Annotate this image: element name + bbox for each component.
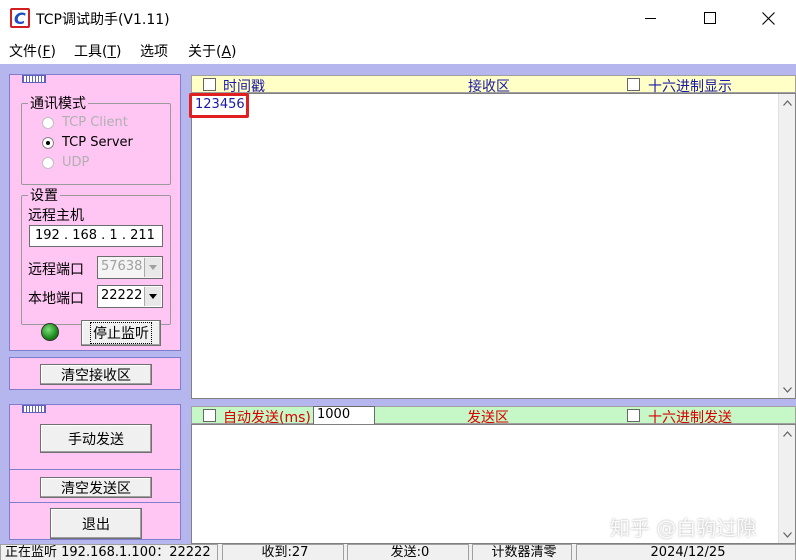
clear-receive-panel: 清空接收区	[9, 357, 181, 390]
remote-port-select[interactable]: 57638	[97, 256, 163, 279]
hex-send-checkbox[interactable]	[627, 409, 640, 422]
hex-display-checkbox[interactable]	[627, 78, 640, 91]
comm-mode-legend: 通讯模式	[30, 96, 86, 112]
scroll-up-icon[interactable]	[779, 425, 795, 442]
timestamp-checkbox[interactable]	[203, 78, 216, 91]
status-received-count: 收到:27	[222, 544, 344, 560]
receive-textarea[interactable]: 123456	[191, 93, 796, 399]
status-led-icon	[41, 323, 59, 341]
menu-bar: 文件(F) 工具(T) 选项 关于(A)	[0, 36, 796, 64]
status-bar: 正在监听 192.168.1.100：22222 收到:27 发送:0 计数器清…	[0, 544, 796, 560]
radio-tcp-client[interactable]: TCP Client	[42, 115, 128, 130]
chevron-down-icon	[144, 287, 161, 306]
auto-send-checkbox[interactable]	[203, 409, 216, 422]
scroll-down-icon[interactable]	[779, 381, 795, 398]
remote-host-label: 远程主机	[28, 208, 84, 224]
send-controls-panel: 手动发送 清空发送区 退出	[9, 404, 181, 540]
local-port-select[interactable]: 22222	[97, 285, 163, 308]
maximize-icon[interactable]	[680, 0, 740, 36]
clear-send-row: 清空发送区	[9, 469, 181, 503]
remote-port-label: 远程端口	[28, 262, 84, 278]
local-port-label: 本地端口	[28, 291, 84, 307]
window-title: TCP调试助手(V1.11)	[36, 12, 170, 28]
close-icon[interactable]	[738, 0, 796, 36]
settings-panel: 通讯模式 TCP Client TCP Server UDP 设置 远程主机 1…	[9, 74, 181, 351]
menu-about[interactable]: 关于(A)	[188, 41, 237, 61]
receive-scrollbar[interactable]	[778, 94, 795, 398]
scroll-up-icon[interactable]	[779, 94, 795, 111]
stop-listen-button[interactable]: 停止监听	[81, 320, 161, 346]
reset-counter-button[interactable]: 计数器清零	[472, 544, 572, 560]
remote-host-ip-input[interactable]: 192 . 168 . 1 . 211	[29, 225, 163, 247]
status-date: 2024/12/25	[576, 544, 796, 560]
radio-udp[interactable]: UDP	[42, 155, 89, 170]
auto-send-interval-input[interactable]: 1000	[313, 406, 375, 425]
radio-selected-icon	[42, 136, 54, 149]
status-sent-count: 发送:0	[347, 544, 469, 560]
menu-options[interactable]: 选项	[140, 41, 168, 61]
title-bar: C TCP调试助手(V1.11)	[0, 0, 796, 36]
status-listening: 正在监听 192.168.1.100：22222	[0, 544, 218, 560]
receive-header: 时间戳 接收区 十六进制显示	[191, 75, 796, 95]
menu-tools[interactable]: 工具(T)	[74, 41, 122, 61]
send-scrollbar[interactable]	[778, 425, 795, 543]
radio-icon	[42, 116, 54, 129]
grip-icon	[22, 405, 46, 413]
grip-icon	[22, 75, 46, 83]
minimize-icon[interactable]	[620, 0, 680, 36]
scroll-down-icon[interactable]	[779, 526, 795, 543]
send-header: 自动发送(ms) 1000 发送区 十六进制发送	[191, 406, 796, 426]
exit-button[interactable]: 退出	[50, 508, 142, 539]
watermark: 知乎 @白驹过隙	[610, 516, 757, 540]
main-panel: 通讯模式 TCP Client TCP Server UDP 设置 远程主机 1…	[0, 64, 796, 544]
manual-send-button[interactable]: 手动发送	[40, 424, 152, 453]
radio-icon	[42, 156, 54, 169]
app-logo-icon: C	[10, 8, 30, 28]
radio-tcp-server[interactable]: TCP Server	[42, 135, 133, 150]
highlight-box	[189, 93, 249, 118]
menu-file[interactable]: 文件(F)	[9, 41, 56, 61]
clear-receive-button[interactable]: 清空接收区	[40, 364, 152, 385]
chevron-down-icon	[144, 258, 161, 277]
settings-legend: 设置	[30, 188, 58, 204]
clear-send-button[interactable]: 清空发送区	[40, 477, 152, 498]
